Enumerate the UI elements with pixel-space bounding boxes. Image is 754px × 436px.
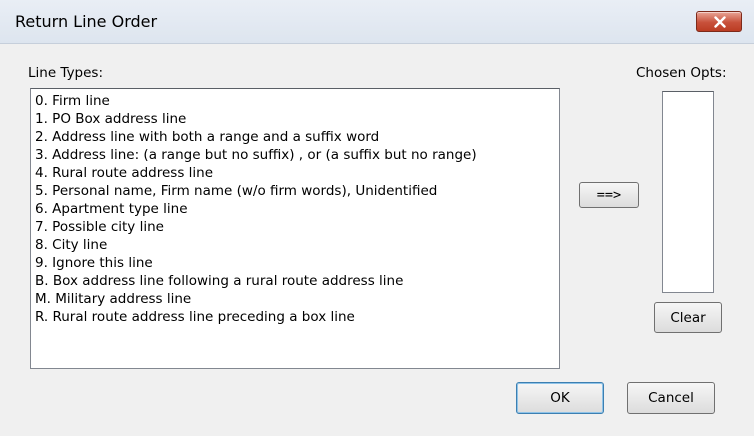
close-icon (714, 16, 726, 28)
list-item[interactable]: 3. Address line: (a range but no suffix)… (35, 146, 477, 164)
ok-button[interactable]: OK (516, 382, 604, 414)
return-line-order-dialog: Return Line Order Line Types: Chosen Opt… (0, 0, 754, 436)
clear-button[interactable]: Clear (654, 302, 722, 333)
dialog-title: Return Line Order (15, 12, 158, 31)
list-item[interactable]: 5. Personal name, Firm name (w/o firm wo… (35, 182, 437, 200)
line-types-label: Line Types: (28, 65, 104, 81)
close-button[interactable] (696, 11, 742, 32)
list-item[interactable]: 6. Apartment type line (35, 200, 188, 218)
chosen-opts-label: Chosen Opts: (636, 65, 727, 81)
add-to-chosen-button[interactable]: ==> (579, 182, 639, 208)
title-bar[interactable]: Return Line Order (0, 0, 754, 44)
cancel-button[interactable]: Cancel (627, 382, 715, 414)
chosen-opts-listbox[interactable] (662, 91, 714, 293)
list-item[interactable]: M. Military address line (35, 290, 191, 308)
list-item[interactable]: 7. Possible city line (35, 218, 164, 236)
list-item[interactable]: 9. Ignore this line (35, 254, 153, 272)
list-item[interactable]: 0. Firm line (35, 92, 110, 110)
list-item[interactable]: 2. Address line with both a range and a … (35, 128, 379, 146)
list-item[interactable]: 4. Rural route address line (35, 164, 213, 182)
list-item[interactable]: 8. City line (35, 236, 107, 254)
list-item[interactable]: 1. PO Box address line (35, 110, 186, 128)
list-item[interactable]: R. Rural route address line preceding a … (35, 308, 355, 326)
line-types-listbox[interactable]: 0. Firm line 1. PO Box address line 2. A… (30, 88, 560, 369)
list-item[interactable]: B. Box address line following a rural ro… (35, 272, 403, 290)
